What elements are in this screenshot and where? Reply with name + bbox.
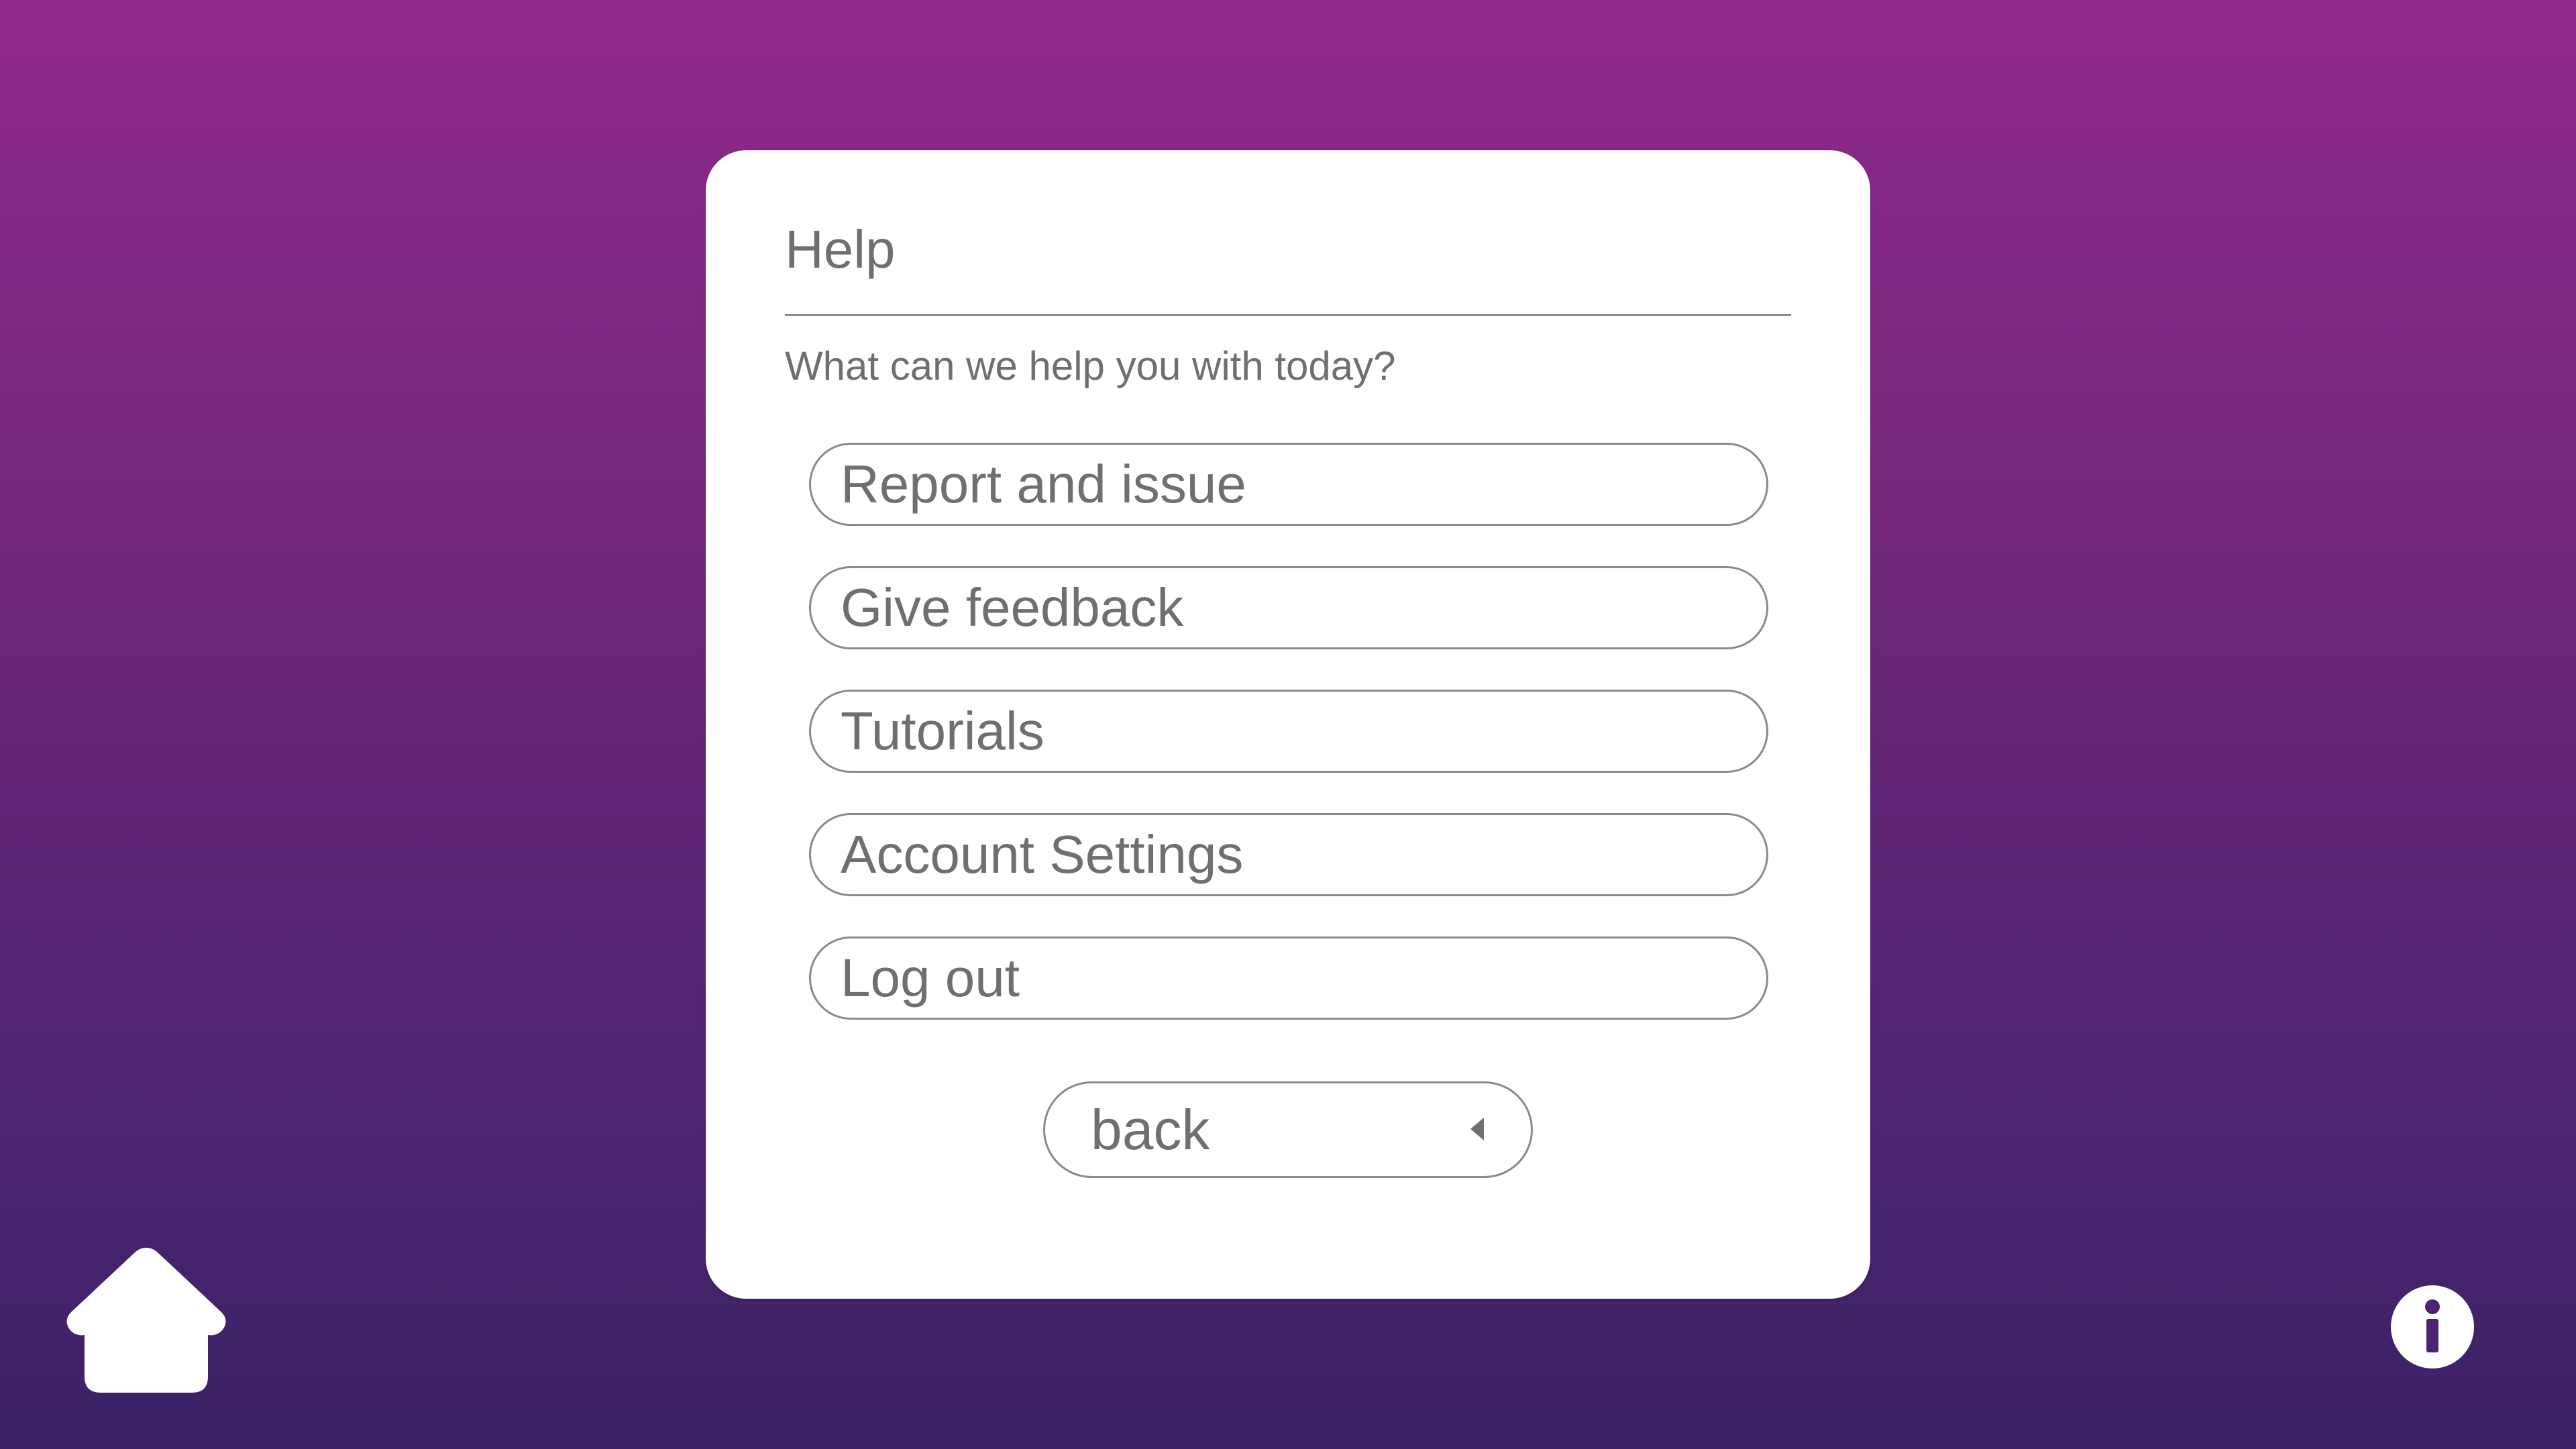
title-divider — [785, 314, 1791, 316]
help-options-list: Report and issue Give feedback Tutorials… — [809, 443, 1768, 1060]
dialog-subtitle: What can we help you with today? — [785, 343, 1396, 388]
give-feedback-button[interactable]: Give feedback — [809, 566, 1768, 649]
tutorials-button[interactable]: Tutorials — [809, 690, 1768, 773]
report-issue-button[interactable]: Report and issue — [809, 443, 1768, 526]
home-icon[interactable] — [64, 1245, 228, 1394]
back-button-label: back — [1091, 1098, 1210, 1161]
info-icon[interactable] — [2391, 1285, 2474, 1368]
log-out-button[interactable]: Log out — [809, 936, 1768, 1020]
help-dialog: Help What can we help you with today? Re… — [706, 150, 1870, 1299]
account-settings-button[interactable]: Account Settings — [809, 813, 1768, 896]
dialog-title: Help — [785, 219, 896, 279]
caret-left-icon — [1470, 1118, 1484, 1140]
back-button[interactable]: back — [1043, 1081, 1533, 1178]
